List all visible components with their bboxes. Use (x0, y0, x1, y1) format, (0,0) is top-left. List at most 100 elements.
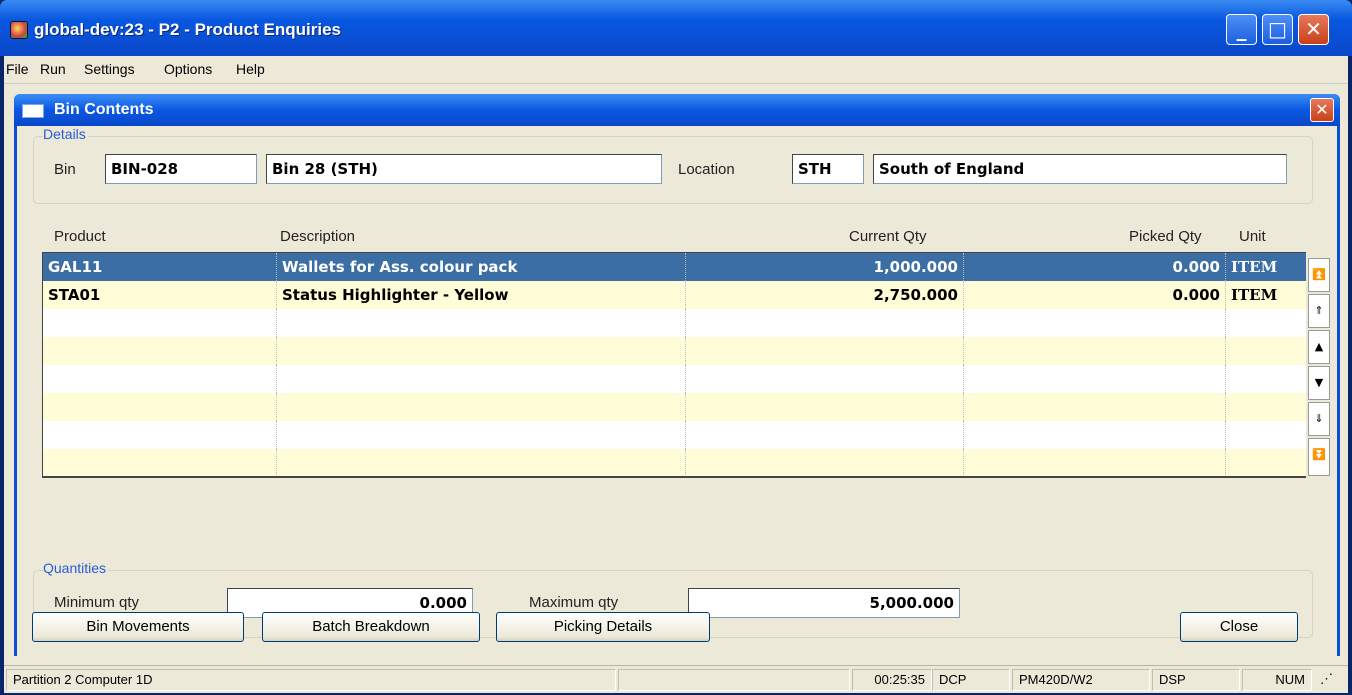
status-mode: DCP (932, 669, 1010, 691)
location-label: Location (678, 161, 735, 178)
bin-contents-dialog: Bin Contents ✕ Details Bin BIN-028 Bin 2… (14, 94, 1340, 656)
column-header-current-qty[interactable]: Current Qty (849, 228, 927, 245)
menu-run[interactable]: Run (40, 61, 66, 77)
details-group-label: Details (43, 126, 88, 142)
window-body: File Run Settings Options Help Bin Conte… (4, 56, 1348, 691)
dialog-body: Details Bin BIN-028 Bin 28 (STH) Locatio… (17, 126, 1337, 656)
window-title: global-dev:23 - P2 - Product Enquiries (34, 20, 341, 39)
empty-cell (686, 393, 964, 421)
minimum-qty-label: Minimum qty (54, 594, 140, 611)
main-window: global-dev:23 - P2 - Product Enquiries _… (0, 0, 1352, 695)
picking-details-button[interactable]: Picking Details (496, 612, 710, 642)
empty-cell (964, 421, 1226, 449)
close-window-button[interactable]: ✕ (1298, 14, 1329, 45)
close-button[interactable]: Close (1180, 612, 1298, 642)
product-cell[interactable]: GAL11 (43, 253, 277, 281)
column-header-description[interactable]: Description (280, 228, 355, 245)
resize-grip-icon[interactable]: ⋰ (1314, 669, 1344, 691)
bin-code-field[interactable]: BIN-028 (105, 154, 257, 184)
empty-cell (686, 365, 964, 393)
window-icon (22, 104, 44, 118)
empty-row[interactable] (43, 449, 1306, 476)
down-icon: ▼ (1314, 376, 1324, 389)
menu-file[interactable]: File (6, 61, 29, 77)
maximum-qty-field[interactable]: 5,000.000 (688, 588, 960, 618)
menu-bar: File Run Settings Options Help (4, 56, 1348, 84)
table-row[interactable]: GAL11 Wallets for Ass. colour pack 1,000… (43, 253, 1306, 281)
empty-row[interactable] (43, 365, 1306, 393)
minimize-icon: _ (1236, 17, 1247, 41)
column-header-picked-qty[interactable]: Picked Qty (1129, 228, 1202, 245)
empty-cell (277, 337, 686, 365)
close-dialog-button[interactable]: ✕ (1310, 98, 1334, 122)
empty-cell (686, 449, 964, 476)
empty-cell (43, 309, 277, 337)
maximum-qty-label: Maximum qty (529, 594, 619, 611)
scroll-page-up-button[interactable]: ⇑ (1308, 294, 1330, 328)
quantities-group-label: Quantities (43, 560, 109, 576)
maximize-button[interactable]: □ (1262, 14, 1293, 45)
scroll-first-button[interactable]: ⏫ (1308, 258, 1330, 292)
scroll-down-button[interactable]: ▼ (1308, 366, 1330, 400)
empty-cell (277, 365, 686, 393)
description-cell[interactable]: Status Highlighter - Yellow (277, 281, 686, 309)
empty-row[interactable] (43, 393, 1306, 421)
dialog-titlebar[interactable]: Bin Contents ✕ (14, 94, 1340, 126)
scroll-page-down-button[interactable]: ⇓ (1308, 402, 1330, 436)
bin-contents-grid[interactable]: GAL11 Wallets for Ass. colour pack 1,000… (42, 252, 1306, 478)
first-icon: ⏫ (1312, 268, 1326, 281)
bin-movements-button[interactable]: Bin Movements (32, 612, 244, 642)
column-header-product[interactable]: Product (54, 228, 106, 245)
table-row[interactable]: STA01 Status Highlighter - Yellow 2,750.… (43, 281, 1306, 309)
dialog-title: Bin Contents (54, 101, 154, 118)
scroll-last-button[interactable]: ⏬ (1308, 438, 1330, 476)
empty-cell (43, 365, 277, 393)
menu-options[interactable]: Options (164, 61, 212, 77)
description-cell[interactable]: Wallets for Ass. colour pack (277, 253, 686, 281)
product-cell[interactable]: STA01 (43, 281, 277, 309)
empty-row[interactable] (43, 421, 1306, 449)
column-header-unit[interactable]: Unit (1239, 228, 1266, 245)
empty-cell (964, 449, 1226, 476)
picked-qty-cell[interactable]: 0.000 (964, 281, 1226, 309)
close-icon: ✕ (1315, 100, 1329, 119)
empty-cell (964, 337, 1226, 365)
empty-cell (43, 337, 277, 365)
unit-cell[interactable]: ITEM (1226, 253, 1306, 281)
bin-name-field[interactable]: Bin 28 (STH) (266, 154, 662, 184)
menu-help[interactable]: Help (236, 61, 265, 77)
empty-cell (686, 337, 964, 365)
close-icon: ✕ (1305, 17, 1322, 41)
up-icon: ▲ (1314, 340, 1324, 353)
empty-cell (964, 309, 1226, 337)
empty-cell (277, 309, 686, 337)
current-qty-cell[interactable]: 1,000.000 (686, 253, 964, 281)
last-icon: ⏬ (1312, 448, 1326, 461)
location-name-field[interactable]: South of England (873, 154, 1287, 184)
page-down-icon: ⇓ (1314, 412, 1324, 425)
bin-label: Bin (54, 161, 76, 178)
page-up-icon: ⇑ (1314, 304, 1324, 317)
empty-cell (686, 421, 964, 449)
empty-cell (277, 421, 686, 449)
maximize-icon: □ (1268, 17, 1287, 41)
empty-row[interactable] (43, 337, 1306, 365)
status-blank (618, 669, 850, 691)
scroll-up-button[interactable]: ▲ (1308, 330, 1330, 364)
empty-cell (686, 309, 964, 337)
status-program: PM420D/W2 (1012, 669, 1150, 691)
empty-row[interactable] (43, 309, 1306, 337)
menu-settings[interactable]: Settings (84, 61, 135, 77)
minimize-button[interactable]: _ (1226, 14, 1257, 45)
unit-cell[interactable]: ITEM (1226, 281, 1306, 309)
empty-cell (43, 393, 277, 421)
empty-cell (43, 449, 277, 476)
window-titlebar[interactable]: global-dev:23 - P2 - Product Enquiries _… (0, 0, 1352, 56)
grid-scroll-buttons: ⏫ ⇑ ▲ ▼ ⇓ ⏬ (1308, 258, 1330, 478)
picked-qty-cell[interactable]: 0.000 (964, 253, 1226, 281)
location-code-field[interactable]: STH (792, 154, 864, 184)
status-bar: Partition 2 Computer 1D 00:25:35 DCP PM4… (4, 665, 1348, 693)
batch-breakdown-button[interactable]: Batch Breakdown (262, 612, 480, 642)
app-icon[interactable] (10, 21, 28, 39)
current-qty-cell[interactable]: 2,750.000 (686, 281, 964, 309)
